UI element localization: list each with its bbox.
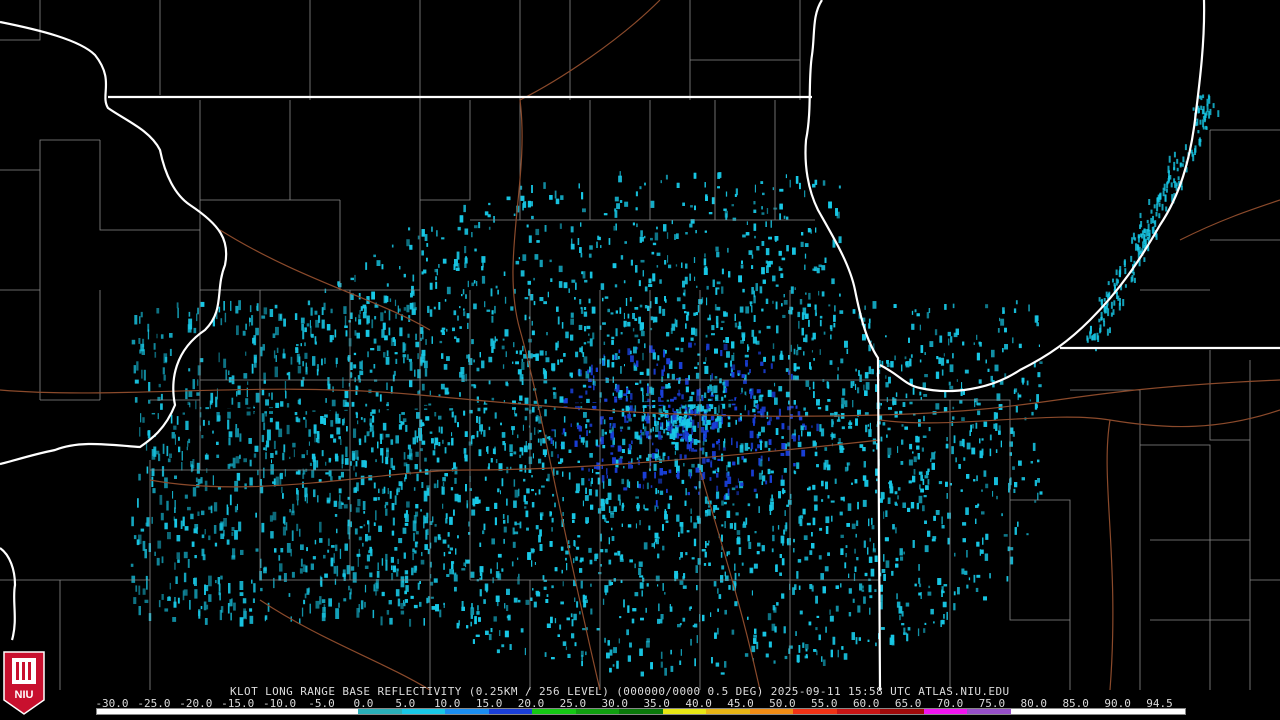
scale-swatch xyxy=(1010,709,1055,714)
scale-swatch xyxy=(836,709,881,714)
scale-swatch xyxy=(967,709,1011,714)
scale-swatch xyxy=(358,709,402,714)
niu-logo: NIU xyxy=(3,651,45,715)
scale-swatch xyxy=(793,709,837,714)
scale-swatch xyxy=(445,709,489,714)
scale-swatch xyxy=(619,709,663,714)
scale-swatch xyxy=(880,709,924,714)
scale-swatch xyxy=(923,709,968,714)
scale-swatch xyxy=(314,709,359,714)
scale-swatch xyxy=(271,709,315,714)
scale-swatch xyxy=(140,709,185,714)
scale-swatch xyxy=(184,709,228,714)
scale-swatch xyxy=(1054,709,1098,714)
scale-swatch xyxy=(488,709,533,714)
scale-swatch xyxy=(97,709,141,714)
radar-map xyxy=(0,0,1280,720)
scale-swatch xyxy=(227,709,272,714)
color-scale-bar xyxy=(96,708,1186,715)
radar-site-marker xyxy=(736,394,748,406)
scale-swatch xyxy=(662,709,707,714)
scale-swatch xyxy=(1141,709,1185,714)
logo-text: NIU xyxy=(15,689,34,701)
radar-display: KLOT LONG RANGE BASE REFLECTIVITY (0.25K… xyxy=(0,0,1280,720)
scale-swatch xyxy=(575,709,620,714)
scale-swatch xyxy=(1097,709,1142,714)
scale-swatch xyxy=(706,709,750,714)
scale-swatch xyxy=(532,709,576,714)
scale-swatch xyxy=(401,709,446,714)
scale-swatch xyxy=(749,709,794,714)
